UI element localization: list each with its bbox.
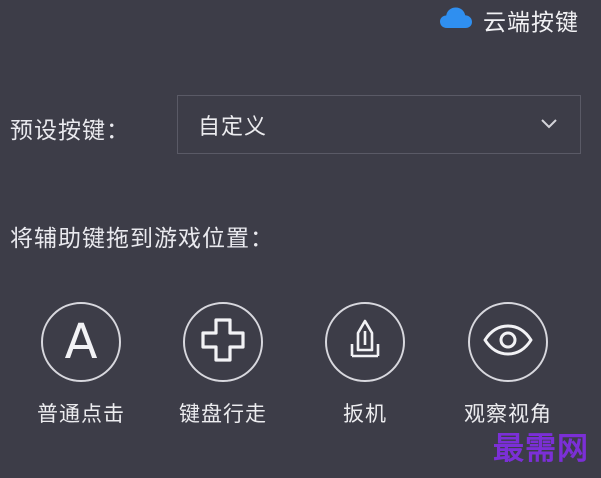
tool-observe-view[interactable]: 观察视角	[448, 302, 568, 428]
key-mapping-panel: 云端按键 预设按键： 自定义 将辅助键拖到游戏位置： A 普通点击 键盘行走 扳…	[0, 0, 601, 478]
tool-trigger[interactable]: 扳机	[305, 302, 425, 428]
tool-trigger-label: 扳机	[343, 402, 387, 426]
drag-instruction: 将辅助键拖到游戏位置：	[10, 226, 274, 252]
trigger-icon	[345, 316, 385, 368]
tool-keyboard-walk-circle[interactable]	[183, 302, 263, 382]
tool-normal-click[interactable]: A 普通点击	[21, 302, 141, 428]
tool-trigger-circle[interactable]	[325, 302, 405, 382]
cloud-keys-button[interactable]: 云端按键	[439, 4, 579, 36]
chevron-down-icon	[540, 115, 558, 134]
eye-icon	[482, 323, 534, 361]
watermark-text: 最需网	[493, 431, 589, 467]
cloud-icon	[439, 6, 473, 34]
tool-keyboard-walk-label: 键盘行走	[179, 402, 267, 426]
preset-keys-label: 预设按键：	[10, 118, 130, 144]
letter-a-icon: A	[64, 314, 98, 370]
tool-normal-click-label: 普通点击	[37, 402, 125, 426]
tool-normal-click-circle[interactable]: A	[41, 302, 121, 382]
cloud-keys-label: 云端按键	[483, 10, 579, 36]
preset-keys-dropdown[interactable]: 自定义	[177, 95, 581, 154]
preset-selected-value: 自定义	[198, 114, 268, 140]
tool-observe-view-circle[interactable]	[468, 302, 548, 382]
tool-keyboard-walk[interactable]: 键盘行走	[163, 302, 283, 428]
dpad-cross-icon	[199, 316, 247, 368]
